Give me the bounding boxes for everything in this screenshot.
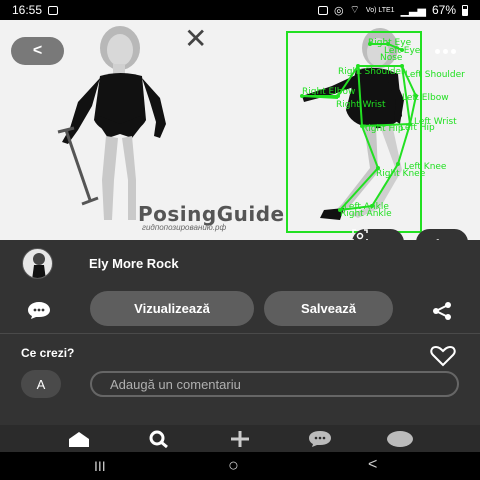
reject-mark: ✕ xyxy=(184,22,207,55)
pose-label-nose: Nose xyxy=(380,53,403,63)
gallery-notification-icon xyxy=(48,5,59,15)
camera-notification-icon xyxy=(317,5,328,15)
recents-button[interactable]: III xyxy=(94,458,106,474)
nav-search[interactable] xyxy=(144,429,174,449)
nav-create[interactable] xyxy=(225,429,255,449)
pose-label-right-knee: Right Knee xyxy=(376,169,426,179)
profile-icon xyxy=(387,431,413,447)
more-options-button[interactable] xyxy=(424,37,466,65)
wifi-icon: ⌔ xyxy=(349,4,360,16)
pin-details: Ely More Rock Vizualizează Salvează Ce c… xyxy=(0,240,480,425)
pose-label-right-elbow: Right Elbow xyxy=(302,87,356,97)
comment-bubble-icon[interactable] xyxy=(26,300,52,320)
pose-label-right-wrist: Right Wrist xyxy=(336,100,386,110)
avatar-image xyxy=(32,253,46,278)
creator-avatar[interactable] xyxy=(22,248,53,279)
model-figure-front xyxy=(62,26,166,220)
visit-button[interactable]: Vizualizează xyxy=(90,291,254,326)
creator-name[interactable]: Ely More Rock xyxy=(89,256,179,271)
home-button[interactable]: ○ xyxy=(228,455,239,476)
comment-input[interactable] xyxy=(90,371,459,397)
hotspot-icon: ◎ xyxy=(333,4,344,17)
battery-icon xyxy=(462,4,468,16)
nav-home[interactable] xyxy=(64,429,94,449)
network-label: Vo) LTE1 xyxy=(365,6,395,14)
cutout-button[interactable]: ✂ xyxy=(416,229,468,240)
pose-label-right-hip: Right Hip xyxy=(362,124,404,134)
status-bar: 16:55 ◎ ⌔ Vo) LTE1 ▁▃▅ 67% xyxy=(0,0,480,20)
comments-title: Ce crezi? xyxy=(21,346,75,360)
search-icon xyxy=(149,430,168,448)
bottom-nav xyxy=(0,425,480,452)
pose-label-left-hip: Left Hip xyxy=(400,123,435,133)
dot-icon xyxy=(434,48,440,54)
heart-icon[interactable] xyxy=(430,345,456,367)
pose-label-left-elbow: Left Elbow xyxy=(402,93,449,103)
watermark-subtitle: гидпопозированию.рф xyxy=(142,223,227,232)
messages-icon xyxy=(309,431,331,447)
dot-icon xyxy=(442,48,448,54)
pose-label-left-shoulder: Left Shoulder xyxy=(405,70,465,80)
nav-profile[interactable] xyxy=(385,429,415,449)
creator-row[interactable]: Ely More Rock xyxy=(22,248,179,279)
divider xyxy=(0,333,480,334)
status-right: ◎ ⌔ Vo) LTE1 ▁▃▅ 67% xyxy=(317,3,468,17)
visual-search-button[interactable] xyxy=(352,229,404,240)
back-button[interactable]: < xyxy=(11,37,64,65)
chevron-left-icon: < xyxy=(32,42,43,59)
signal-icon: ▁▃▅ xyxy=(400,4,426,17)
dot-icon xyxy=(450,48,456,54)
pose-label-right-ankle: Right Ankle xyxy=(340,209,392,219)
pin-image[interactable]: ✕ Right Eye Left Eye Nose Right Shoulder… xyxy=(0,20,480,240)
share-icon[interactable] xyxy=(431,302,453,320)
nav-messages[interactable] xyxy=(305,429,335,449)
system-nav: III ○ < xyxy=(0,452,480,480)
lens-icon xyxy=(352,229,368,240)
save-button[interactable]: Salvează xyxy=(264,291,393,326)
battery-percent: 67% xyxy=(431,3,456,17)
add-icon xyxy=(231,431,249,447)
back-system-button[interactable]: < xyxy=(368,456,377,474)
pose-label-right-shoulder: Right Shoulder xyxy=(338,67,405,77)
user-avatar[interactable]: A xyxy=(21,370,61,398)
home-icon xyxy=(69,432,89,447)
status-time: 16:55 xyxy=(12,3,43,17)
